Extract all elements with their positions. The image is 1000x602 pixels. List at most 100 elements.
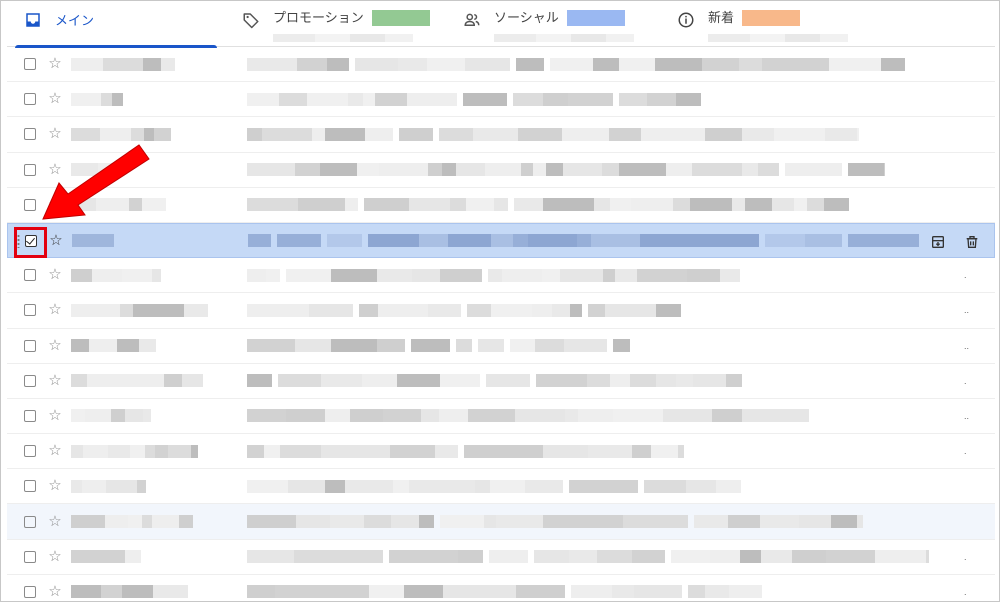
subject-redacted	[247, 92, 701, 106]
message-row[interactable]: ☆.	[7, 540, 995, 575]
row-checkbox[interactable]	[24, 550, 36, 563]
star-icon[interactable]: ☆	[48, 443, 62, 458]
tab-updates[interactable]: 新着	[654, 1, 954, 47]
subject-redacted	[247, 57, 905, 71]
mail-window: メイン プロモーション ソーシャル 新着 ☆ ☆ ☆ ☆ ☆ ☆ ☆ . ☆ .…	[0, 0, 1000, 602]
message-row[interactable]: ☆.	[7, 258, 995, 294]
message-row[interactable]: ☆.	[7, 575, 995, 601]
row-checkbox[interactable]	[24, 163, 36, 176]
row-trailing-mark: .	[964, 375, 967, 386]
star-icon[interactable]: ☆	[48, 197, 62, 212]
star-icon[interactable]: ☆	[48, 408, 62, 423]
checkbox-highlight	[14, 226, 47, 258]
sender-redacted	[71, 550, 141, 564]
subject-redacted	[247, 198, 849, 212]
sender-redacted	[71, 409, 151, 423]
row-trailing-mark: .	[964, 446, 967, 457]
star-icon[interactable]: ☆	[48, 302, 62, 317]
star-icon[interactable]: ☆	[48, 584, 62, 599]
row-checkbox[interactable]	[24, 515, 36, 528]
sender-redacted	[71, 57, 175, 71]
tab-main[interactable]: メイン	[7, 1, 217, 48]
tag-icon	[241, 10, 261, 30]
row-trailing-mark: .	[964, 586, 967, 597]
star-icon[interactable]: ☆	[48, 162, 62, 177]
subject-redacted	[247, 444, 684, 458]
star-icon[interactable]: ☆	[48, 478, 62, 493]
tab-updates-label: 新着	[708, 10, 735, 25]
row-checkbox[interactable]	[24, 269, 36, 282]
message-row[interactable]: ☆	[7, 222, 995, 259]
sender-redacted	[71, 303, 208, 317]
message-row[interactable]: ☆	[7, 47, 995, 83]
row-trailing-mark: ..	[964, 305, 970, 316]
row-checkbox[interactable]	[24, 198, 36, 211]
category-tabs: メイン プロモーション ソーシャル 新着	[7, 1, 995, 48]
social-badge	[566, 10, 625, 26]
sender-redacted	[72, 234, 114, 248]
row-checkbox[interactable]	[24, 128, 36, 141]
subject-redacted	[247, 515, 863, 529]
star-icon[interactable]: ☆	[48, 549, 62, 564]
subject-redacted	[247, 479, 741, 493]
star-icon[interactable]: ☆	[48, 56, 62, 71]
subject-redacted	[247, 585, 762, 599]
star-icon[interactable]: ☆	[49, 233, 63, 248]
message-row[interactable]: ☆	[7, 504, 995, 540]
star-icon[interactable]: ☆	[48, 338, 62, 353]
trash-icon[interactable]	[964, 234, 980, 255]
promotions-snippet	[273, 34, 413, 42]
message-row[interactable]: ☆.	[7, 434, 995, 470]
message-row[interactable]: ☆	[7, 153, 995, 188]
star-icon[interactable]: ☆	[48, 267, 62, 282]
subject-redacted	[247, 409, 809, 423]
subject-redacted	[248, 234, 919, 248]
row-checkbox[interactable]	[24, 480, 36, 493]
subject-redacted	[247, 550, 929, 564]
row-checkbox[interactable]	[24, 585, 36, 598]
sender-redacted	[71, 268, 161, 282]
message-row[interactable]: ☆	[7, 82, 995, 118]
tab-promotions[interactable]: プロモーション	[217, 1, 432, 47]
message-list: ☆ ☆ ☆ ☆ ☆ ☆ ☆. ☆.. ☆.. ☆. ☆.. ☆. ☆ ☆ ☆. ☆.	[7, 47, 995, 601]
star-icon[interactable]: ☆	[48, 91, 62, 106]
row-hover-actions	[930, 234, 980, 255]
message-row[interactable]: ☆.	[7, 364, 995, 399]
sender-redacted	[71, 198, 166, 212]
promotions-badge	[371, 10, 430, 26]
star-icon[interactable]: ☆	[48, 373, 62, 388]
sender-redacted	[71, 479, 146, 493]
updates-badge	[742, 10, 801, 26]
message-row[interactable]: ☆..	[7, 293, 995, 329]
tab-promotions-label: プロモーション	[273, 10, 364, 25]
sender-redacted	[71, 444, 198, 458]
row-checkbox[interactable]	[24, 58, 36, 71]
people-icon	[462, 10, 482, 30]
row-checkbox[interactable]	[24, 445, 36, 458]
message-row[interactable]: ☆	[7, 117, 995, 153]
subject-redacted	[247, 374, 742, 388]
subject-redacted	[247, 303, 681, 317]
star-icon[interactable]: ☆	[48, 126, 62, 141]
subject-redacted	[247, 127, 859, 141]
row-trailing-mark: ..	[964, 410, 970, 421]
message-row[interactable]: ☆	[7, 469, 995, 505]
row-checkbox[interactable]	[24, 374, 36, 387]
row-checkbox[interactable]	[24, 93, 36, 106]
tab-social[interactable]: ソーシャル	[432, 1, 654, 47]
sender-redacted	[71, 339, 156, 353]
tab-social-label: ソーシャル	[494, 10, 559, 25]
row-trailing-mark: .	[964, 551, 967, 562]
message-row[interactable]: ☆..	[7, 329, 995, 364]
sender-redacted	[71, 585, 188, 599]
row-checkbox[interactable]	[24, 339, 36, 352]
sender-redacted	[71, 127, 171, 141]
social-snippet	[494, 34, 634, 42]
message-row[interactable]: ☆..	[7, 399, 995, 435]
sender-redacted	[71, 515, 193, 529]
archive-icon[interactable]	[930, 234, 946, 255]
row-checkbox[interactable]	[24, 304, 36, 317]
row-checkbox[interactable]	[24, 409, 36, 422]
message-row[interactable]: ☆	[7, 188, 995, 223]
star-icon[interactable]: ☆	[48, 514, 62, 529]
